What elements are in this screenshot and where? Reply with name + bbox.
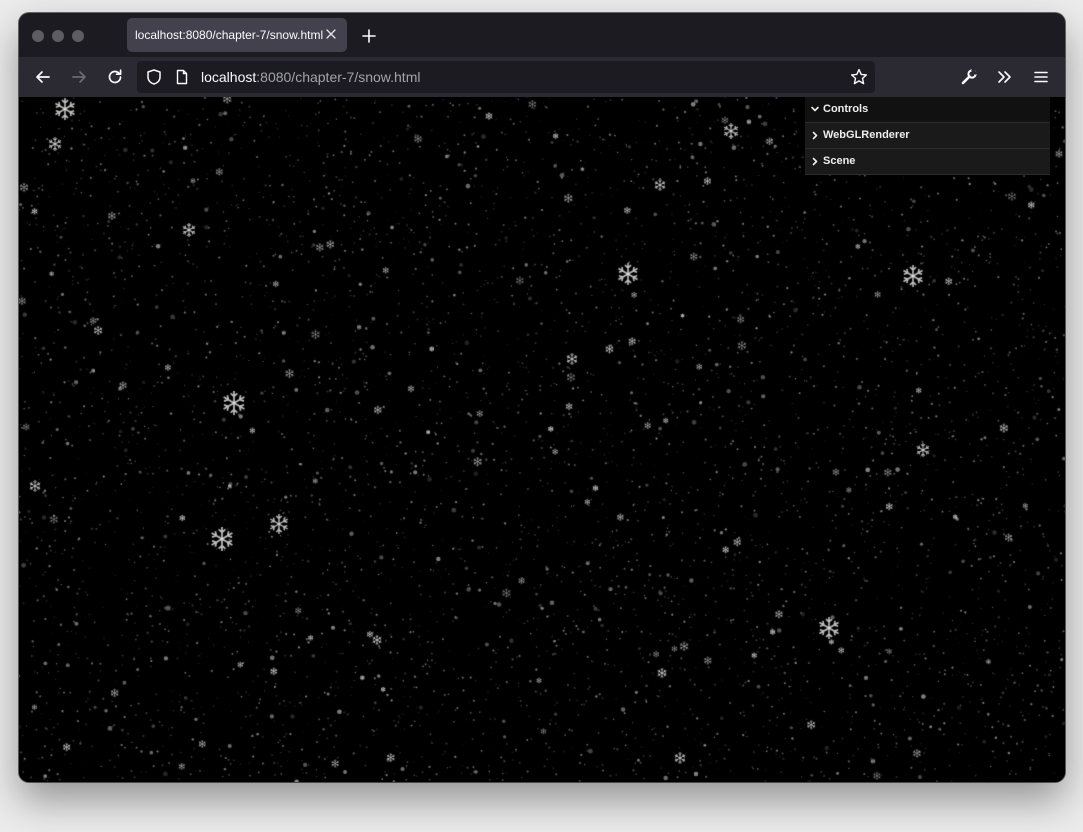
wrench-icon[interactable] bbox=[959, 67, 979, 87]
gui-folder-label: Scene bbox=[823, 155, 856, 167]
gui-folder-controls[interactable]: Controls bbox=[805, 97, 1050, 123]
gui-folder-scene[interactable]: Scene bbox=[805, 149, 1050, 175]
close-window-button[interactable] bbox=[32, 30, 44, 42]
chevron-down-icon bbox=[810, 97, 820, 122]
star-icon[interactable] bbox=[849, 67, 869, 87]
address-bar[interactable]: localhost:8080/chapter-7/snow.html bbox=[137, 61, 875, 93]
reload-icon[interactable] bbox=[105, 67, 125, 87]
active-tab[interactable]: localhost:8080/chapter-7/snow.html bbox=[127, 18, 347, 52]
plus-icon[interactable] bbox=[359, 26, 379, 46]
shield-icon[interactable] bbox=[145, 68, 163, 86]
chevron-right-icon bbox=[810, 123, 820, 148]
gui-folder-label: WebGLRenderer bbox=[823, 129, 910, 141]
hamburger-menu-icon[interactable] bbox=[1031, 67, 1051, 87]
snow-canvas[interactable] bbox=[19, 97, 1065, 782]
url-text[interactable]: localhost:8080/chapter-7/snow.html bbox=[201, 69, 420, 85]
overflow-chevrons-icon[interactable] bbox=[995, 67, 1015, 87]
navigation-toolbar: localhost:8080/chapter-7/snow.html bbox=[19, 57, 1065, 97]
browser-window: localhost:8080/chapter-7/snow.html local… bbox=[19, 13, 1065, 782]
gui-folder-webglrenderer[interactable]: WebGLRenderer bbox=[805, 123, 1050, 149]
tab-title: localhost:8080/chapter-7/snow.html bbox=[135, 28, 324, 42]
url-host: localhost bbox=[201, 69, 257, 85]
page-viewport[interactable]: Controls WebGLRenderer Scene bbox=[19, 97, 1065, 782]
minimize-window-button[interactable] bbox=[52, 30, 64, 42]
page-icon bbox=[173, 68, 191, 86]
dat-gui-panel[interactable]: Controls WebGLRenderer Scene bbox=[805, 97, 1050, 175]
gui-folder-label: Controls bbox=[823, 103, 869, 115]
close-icon[interactable] bbox=[323, 26, 339, 42]
back-arrow-icon[interactable] bbox=[33, 67, 53, 87]
zoom-window-button[interactable] bbox=[72, 30, 84, 42]
url-path: :8080/chapter-7/snow.html bbox=[256, 69, 421, 85]
tab-bar: localhost:8080/chapter-7/snow.html bbox=[19, 13, 1065, 57]
forward-arrow-icon[interactable] bbox=[69, 67, 89, 87]
chevron-right-icon bbox=[810, 149, 820, 174]
